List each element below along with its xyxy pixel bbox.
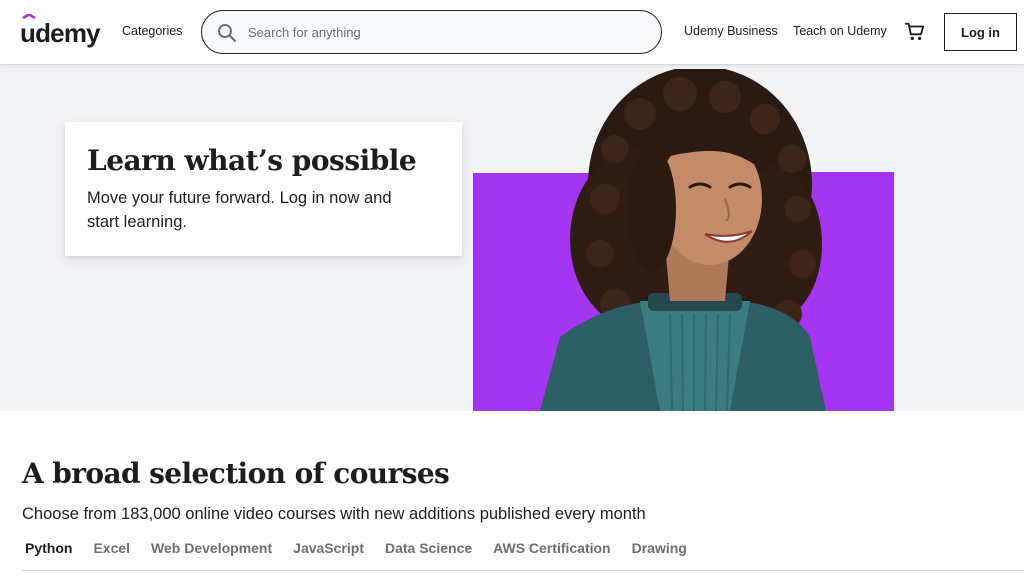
courses-section-subtitle: Choose from 183,000 online video courses… — [22, 505, 646, 523]
udemy-business-link[interactable]: Udemy Business — [684, 24, 778, 38]
login-button[interactable]: Log in — [944, 13, 1017, 51]
courses-section-title: A broad selection of courses — [22, 457, 450, 490]
cart-icon[interactable] — [904, 21, 926, 43]
tab-excel[interactable]: Excel — [93, 540, 130, 560]
hero-card: Learn what’s possible Move your future f… — [65, 122, 462, 256]
hero-banner: Learn what’s possible Move your future f… — [0, 64, 1024, 411]
search-icon[interactable] — [217, 23, 237, 43]
hero-person-image — [540, 69, 826, 411]
tab-drawing[interactable]: Drawing — [632, 540, 687, 560]
tab-data-science[interactable]: Data Science — [385, 540, 472, 560]
course-category-tabs: Python Excel Web Development JavaScript … — [22, 540, 708, 560]
search-bar[interactable] — [201, 10, 662, 54]
top-navbar: udemy Categories Udemy Business Teach on… — [0, 0, 1024, 64]
hero-title: Learn what’s possible — [87, 144, 417, 177]
hero-subtitle: Move your future forward. Log in now and… — [87, 189, 392, 231]
search-input[interactable] — [248, 11, 648, 53]
categories-link[interactable]: Categories — [122, 24, 182, 38]
tab-aws-certification[interactable]: AWS Certification — [493, 540, 610, 560]
udemy-logo[interactable]: udemy — [20, 14, 106, 50]
tabs-divider — [22, 570, 1024, 571]
logo-text: udemy — [20, 18, 101, 48]
tab-web-development[interactable]: Web Development — [151, 540, 272, 560]
teach-on-udemy-link[interactable]: Teach on Udemy — [793, 24, 887, 38]
tab-python[interactable]: Python — [25, 540, 72, 560]
tab-javascript[interactable]: JavaScript — [293, 540, 364, 560]
